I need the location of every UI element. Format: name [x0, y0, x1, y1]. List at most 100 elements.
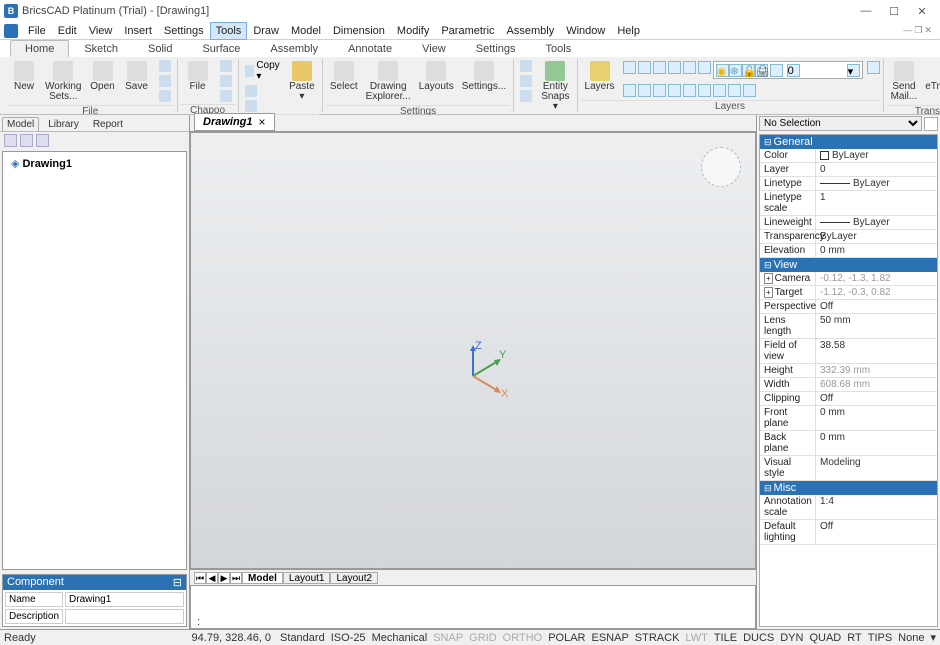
- layer-tool-icon-7[interactable]: [728, 84, 741, 97]
- file-small-1[interactable]: [156, 74, 174, 88]
- prop-row-camera[interactable]: +Camera-0.12, -1.3, 1.82: [760, 272, 937, 286]
- prop-value[interactable]: 1: [816, 191, 937, 215]
- layer-tool-icon-6[interactable]: [713, 84, 726, 97]
- browser-tab-library[interactable]: Library: [43, 117, 84, 131]
- layer-tool-icon-0[interactable]: [623, 84, 636, 97]
- status-rt[interactable]: RT: [844, 632, 864, 644]
- prop-row-lens-length[interactable]: Lens length50 mm: [760, 314, 937, 339]
- browser-tab-model[interactable]: Model: [2, 117, 39, 131]
- menu-tools[interactable]: Tools: [210, 22, 248, 40]
- menu-assembly[interactable]: Assembly: [501, 22, 561, 40]
- mdi-close-icon[interactable]: ✕: [924, 25, 932, 36]
- prop-value[interactable]: 50 mm: [816, 314, 937, 338]
- close-button[interactable]: ✕: [908, 5, 936, 18]
- toolbar-icon-2[interactable]: [20, 134, 33, 147]
- ribbon-tab-tools[interactable]: Tools: [531, 40, 587, 57]
- layer-icon-0[interactable]: [623, 61, 636, 74]
- menu-file[interactable]: File: [22, 22, 52, 40]
- prop-row-linetype[interactable]: LinetypeByLayer: [760, 177, 937, 191]
- close-tab-icon[interactable]: ×: [259, 115, 266, 129]
- prop-row-back-plane[interactable]: Back plane0 mm: [760, 431, 937, 456]
- prop-row-lineweight[interactable]: LineweightByLayer: [760, 216, 937, 230]
- menu-view[interactable]: View: [83, 22, 119, 40]
- prop-value[interactable]: ByLayer: [816, 216, 937, 229]
- layer-tool-icon-5[interactable]: [698, 84, 711, 97]
- menu-help[interactable]: Help: [611, 22, 646, 40]
- menu-insert[interactable]: Insert: [118, 22, 158, 40]
- minimize-button[interactable]: —: [852, 5, 880, 17]
- layer-icon-3[interactable]: [668, 61, 681, 74]
- command-line-panel[interactable]: :: [190, 585, 756, 629]
- prop-row-width[interactable]: Width608.68 mm: [760, 378, 937, 392]
- view-compass[interactable]: [701, 147, 741, 187]
- layer-tool-icon-2[interactable]: [653, 84, 666, 97]
- prop-row-perspective[interactable]: PerspectiveOff: [760, 300, 937, 314]
- command-prompt[interactable]: :: [191, 614, 755, 630]
- status-standard[interactable]: Standard: [277, 632, 328, 644]
- status-tips[interactable]: TIPS: [865, 632, 895, 644]
- menu-settings[interactable]: Settings: [158, 22, 210, 40]
- layout-tab-model[interactable]: Model: [242, 572, 283, 584]
- prop-row-front-plane[interactable]: Front plane0 mm: [760, 406, 937, 431]
- prop-row-elevation[interactable]: Elevation0 mm: [760, 244, 937, 258]
- status-mechanical[interactable]: Mechanical: [369, 632, 431, 644]
- drawing-explorer--button[interactable]: DrawingExplorer...: [362, 59, 415, 104]
- document-tab[interactable]: Drawing1 ×: [194, 113, 275, 131]
- prop-section-misc[interactable]: ⊟Misc: [760, 481, 937, 495]
- layer-combo[interactable]: ◉❄🔓🖨0▾: [713, 61, 863, 79]
- entity-snaps-button[interactable]: Entity Snaps▾: [537, 59, 573, 114]
- send-mail--button[interactable]: SendMail...: [887, 59, 922, 104]
- status-dyn[interactable]: DYN: [777, 632, 806, 644]
- layer-tool-icon-1[interactable]: [638, 84, 651, 97]
- select-button[interactable]: Select: [326, 59, 362, 94]
- prop-row-clipping[interactable]: ClippingOff: [760, 392, 937, 406]
- cut-button[interactable]: [242, 84, 285, 98]
- status-tile[interactable]: TILE: [711, 632, 740, 644]
- chapoo-small-2[interactable]: [217, 89, 235, 103]
- prop-value[interactable]: -0.12, -1.3, 1.82: [816, 272, 937, 285]
- prop-value[interactable]: Modeling: [816, 456, 937, 480]
- prop-value[interactable]: 332.39 mm: [816, 364, 937, 377]
- quick-select-icon[interactable]: [924, 117, 938, 131]
- status-dropdown-icon[interactable]: ▾: [930, 631, 936, 644]
- menu-window[interactable]: Window: [560, 22, 611, 40]
- status-ortho[interactable]: ORTHO: [500, 632, 546, 644]
- layout-tab-layout1[interactable]: Layout1: [283, 572, 331, 584]
- description-value[interactable]: [65, 609, 184, 624]
- status-strack[interactable]: STRACK: [632, 632, 683, 644]
- prop-value[interactable]: -1.12, -0.3, 0.82: [816, 286, 937, 299]
- layout-tab-layout2[interactable]: Layout2: [330, 572, 378, 584]
- status-grid[interactable]: GRID: [466, 632, 500, 644]
- layer-tool-icon-4[interactable]: [683, 84, 696, 97]
- menu-draw[interactable]: Draw: [247, 22, 285, 40]
- model-tree[interactable]: ◈ Drawing1: [2, 151, 187, 570]
- settings--button[interactable]: Settings...: [458, 59, 510, 94]
- prop-value[interactable]: Off: [816, 392, 937, 405]
- layouts-button[interactable]: Layouts: [415, 59, 458, 94]
- drawing-viewport[interactable]: Z Y X: [190, 132, 756, 569]
- prop-value[interactable]: ByLayer: [816, 230, 937, 243]
- snap-toggle-1[interactable]: [517, 74, 535, 88]
- save-button[interactable]: Save: [120, 59, 154, 94]
- prop-value[interactable]: 0 mm: [816, 406, 937, 430]
- prop-row-default-lighting[interactable]: Default lightingOff: [760, 520, 937, 545]
- name-value[interactable]: Drawing1: [65, 592, 184, 607]
- ribbon-tab-solid[interactable]: Solid: [133, 40, 187, 57]
- ribbon-tab-settings[interactable]: Settings: [461, 40, 531, 57]
- mdi-minimize-icon[interactable]: —: [903, 25, 912, 36]
- layout-prev-icon[interactable]: ◀: [206, 572, 218, 584]
- mdi-restore-icon[interactable]: ❐: [914, 25, 922, 36]
- snap-toggle-0[interactable]: [517, 59, 535, 73]
- prop-section-general[interactable]: ⊟General: [760, 135, 937, 149]
- layer-icon-1[interactable]: [638, 61, 651, 74]
- new-button[interactable]: New: [7, 59, 41, 94]
- prop-row-layer[interactable]: Layer0: [760, 163, 937, 177]
- menu-parametric[interactable]: Parametric: [435, 22, 500, 40]
- prop-section-view[interactable]: ⊟View: [760, 258, 937, 272]
- menu-edit[interactable]: Edit: [52, 22, 83, 40]
- layer-icon-2[interactable]: [653, 61, 666, 74]
- etransmit--button[interactable]: eTransmit...: [921, 59, 940, 94]
- collapse-icon[interactable]: ⊟: [173, 576, 182, 589]
- status-esnap[interactable]: ESNAP: [589, 632, 632, 644]
- status-lwt[interactable]: LWT: [682, 632, 710, 644]
